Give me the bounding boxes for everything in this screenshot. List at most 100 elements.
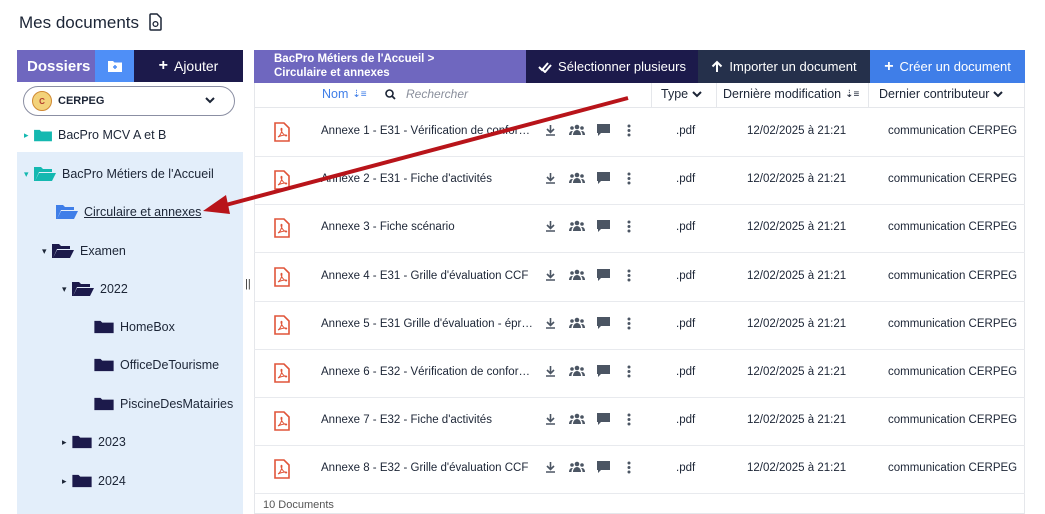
search-icon [385, 88, 396, 100]
share-users-icon[interactable] [569, 172, 585, 184]
more-vertical-icon[interactable] [627, 172, 631, 185]
document-contributor: communication CERPEG [888, 414, 1018, 427]
download-icon[interactable] [545, 365, 556, 377]
caret-down-icon[interactable]: ▾ [24, 169, 34, 180]
import-document-button[interactable]: Importer un document [698, 50, 870, 83]
document-name[interactable]: Annexe 3 - Fiche scénario [321, 221, 533, 233]
comment-icon[interactable] [597, 365, 610, 377]
download-icon[interactable] [545, 413, 556, 425]
create-document-button[interactable]: + Créer un document [870, 50, 1025, 83]
download-icon[interactable] [545, 220, 556, 233]
document-contributor: communication CERPEG [888, 173, 1018, 186]
more-vertical-icon[interactable] [627, 317, 631, 330]
caret-down-icon[interactable]: ▾ [42, 246, 52, 257]
share-users-icon[interactable] [569, 124, 585, 135]
comment-icon[interactable] [597, 220, 610, 233]
download-icon[interactable] [545, 461, 556, 474]
download-icon[interactable] [545, 172, 556, 184]
tree-item-2022[interactable]: ▾ 2022 [62, 281, 128, 297]
comment-icon[interactable] [597, 172, 610, 185]
share-users-icon[interactable] [569, 317, 585, 328]
document-type: .pdf [676, 462, 696, 475]
tree-item-officedetourisme[interactable]: OfficeDeTourisme [94, 358, 219, 372]
tree-item-2024[interactable]: ▸ 2024 [62, 474, 126, 488]
document-modified: 12/02/2025 à 21:21 [747, 269, 847, 282]
table-row[interactable]: Annexe 5 - E31 Grille d'évaluation - épr… [254, 301, 1025, 350]
filter-type[interactable]: Type [661, 87, 702, 101]
double-check-icon [538, 61, 552, 73]
add-button[interactable]: + Ajouter [134, 50, 243, 82]
table-row[interactable]: Annexe 1 - E31 - Vérification de conform… [254, 108, 1025, 157]
folder-icon [94, 397, 114, 411]
tree-item-label: 2024 [98, 474, 126, 488]
table-row[interactable]: Annexe 8 - E32 - Grille d'évaluation CCF… [254, 445, 1025, 495]
breadcrumb-parent[interactable]: BacPro Métiers de l'Accueil > [274, 52, 526, 66]
plus-icon: + [884, 57, 894, 75]
caret-right-icon[interactable]: ▸ [62, 437, 72, 448]
table-row[interactable]: Annexe 2 - E31 - Fiche d'activités .pdf … [254, 156, 1025, 206]
org-select[interactable]: C CERPEG [23, 86, 235, 116]
table-row[interactable]: Annexe 6 - E32 - Vérification de conform… [254, 349, 1025, 398]
tree-item-piscinedesmatairies[interactable]: PiscineDesMatairies [94, 397, 233, 411]
document-name[interactable]: Annexe 4 - E31 - Grille d'évaluation CCF [321, 270, 533, 282]
tree-item-homebox[interactable]: HomeBox [94, 320, 175, 334]
more-vertical-icon[interactable] [627, 124, 631, 137]
table-row[interactable]: Annexe 7 - E32 - Fiche d'activités .pdf … [254, 397, 1025, 447]
plus-icon: + [158, 57, 168, 74]
share-users-icon[interactable] [569, 365, 585, 376]
tree-item-bacpro-metiers-accueil[interactable]: ▾ BacPro Métiers de l'Accueil [24, 166, 214, 182]
download-icon[interactable] [545, 124, 556, 136]
document-modified: 12/02/2025 à 21:21 [747, 462, 847, 475]
sort-by-name[interactable]: Nom ⇣≡ [322, 87, 367, 101]
filter-contributor[interactable]: Dernier contributeur [879, 87, 1004, 101]
add-label: Ajouter [173, 58, 219, 74]
breadcrumb: BacPro Métiers de l'Accueil > Circulaire… [254, 50, 526, 83]
resize-handle[interactable]: || [245, 278, 251, 290]
more-vertical-icon[interactable] [627, 365, 631, 378]
document-name[interactable]: Annexe 1 - E31 - Vérification de conform… [321, 125, 533, 137]
more-vertical-icon[interactable] [627, 269, 631, 282]
share-users-icon[interactable] [569, 413, 585, 425]
share-folder-icon[interactable] [147, 13, 163, 31]
folder-icon [94, 320, 114, 334]
share-users-icon[interactable] [569, 269, 585, 280]
tree-item-2023[interactable]: ▸ 2023 [62, 435, 126, 449]
document-modified: 12/02/2025 à 21:21 [747, 317, 847, 330]
more-vertical-icon[interactable] [627, 220, 631, 233]
caret-right-icon[interactable]: ▸ [62, 476, 72, 487]
document-name[interactable]: Annexe 2 - E31 - Fiche d'activités [321, 173, 533, 185]
download-icon[interactable] [545, 317, 556, 329]
caret-right-icon[interactable]: ▸ [24, 130, 34, 141]
tree-item-examen[interactable]: ▾ Examen [42, 243, 126, 259]
document-name[interactable]: Annexe 8 - E32 - Grille d'évaluation CCF [321, 462, 533, 474]
tree-item-circulaire-et-annexes[interactable]: Circulaire et annexes [56, 204, 201, 220]
more-vertical-icon[interactable] [627, 413, 631, 426]
comment-icon[interactable] [597, 316, 610, 329]
caret-down-icon[interactable]: ▾ [62, 284, 72, 295]
tree-item-bacpro-mcv[interactable]: ▸ BacPro MCV A et B [24, 128, 166, 142]
document-name[interactable]: Annexe 6 - E32 - Vérification de conform… [321, 366, 533, 378]
share-users-icon[interactable] [569, 461, 585, 473]
page-title: Mes documents [19, 13, 139, 32]
comment-icon[interactable] [597, 461, 610, 474]
document-name[interactable]: Annexe 7 - E32 - Fiche d'activités [321, 414, 533, 426]
sort-by-modified[interactable]: Dernière modification ⇣≡ [723, 87, 859, 101]
download-icon[interactable] [545, 269, 556, 281]
table-row[interactable]: Annexe 4 - E31 - Grille d'évaluation CCF… [254, 253, 1025, 302]
more-vertical-icon[interactable] [627, 461, 631, 474]
search-box[interactable]: Rechercher [385, 87, 468, 101]
share-users-icon[interactable] [569, 220, 585, 232]
document-name[interactable]: Annexe 5 - E31 Grille d'évaluation - épr… [321, 318, 533, 330]
comment-icon[interactable] [597, 413, 610, 426]
document-contributor: communication CERPEG [888, 317, 1018, 330]
import-label: Importer un document [729, 59, 857, 74]
folder-open-icon [72, 282, 94, 296]
table-row[interactable]: Annexe 3 - Fiche scénario .pdf 12/02/202… [254, 204, 1025, 254]
tree-item-label: BacPro MCV A et B [58, 128, 167, 142]
document-contributor: communication CERPEG [888, 462, 1018, 475]
new-folder-button[interactable] [95, 50, 134, 82]
comment-icon[interactable] [597, 124, 610, 136]
select-multiple-button[interactable]: Sélectionner plusieurs [526, 50, 698, 83]
comment-icon[interactable] [597, 268, 610, 281]
chevron-down-icon [993, 91, 1004, 98]
